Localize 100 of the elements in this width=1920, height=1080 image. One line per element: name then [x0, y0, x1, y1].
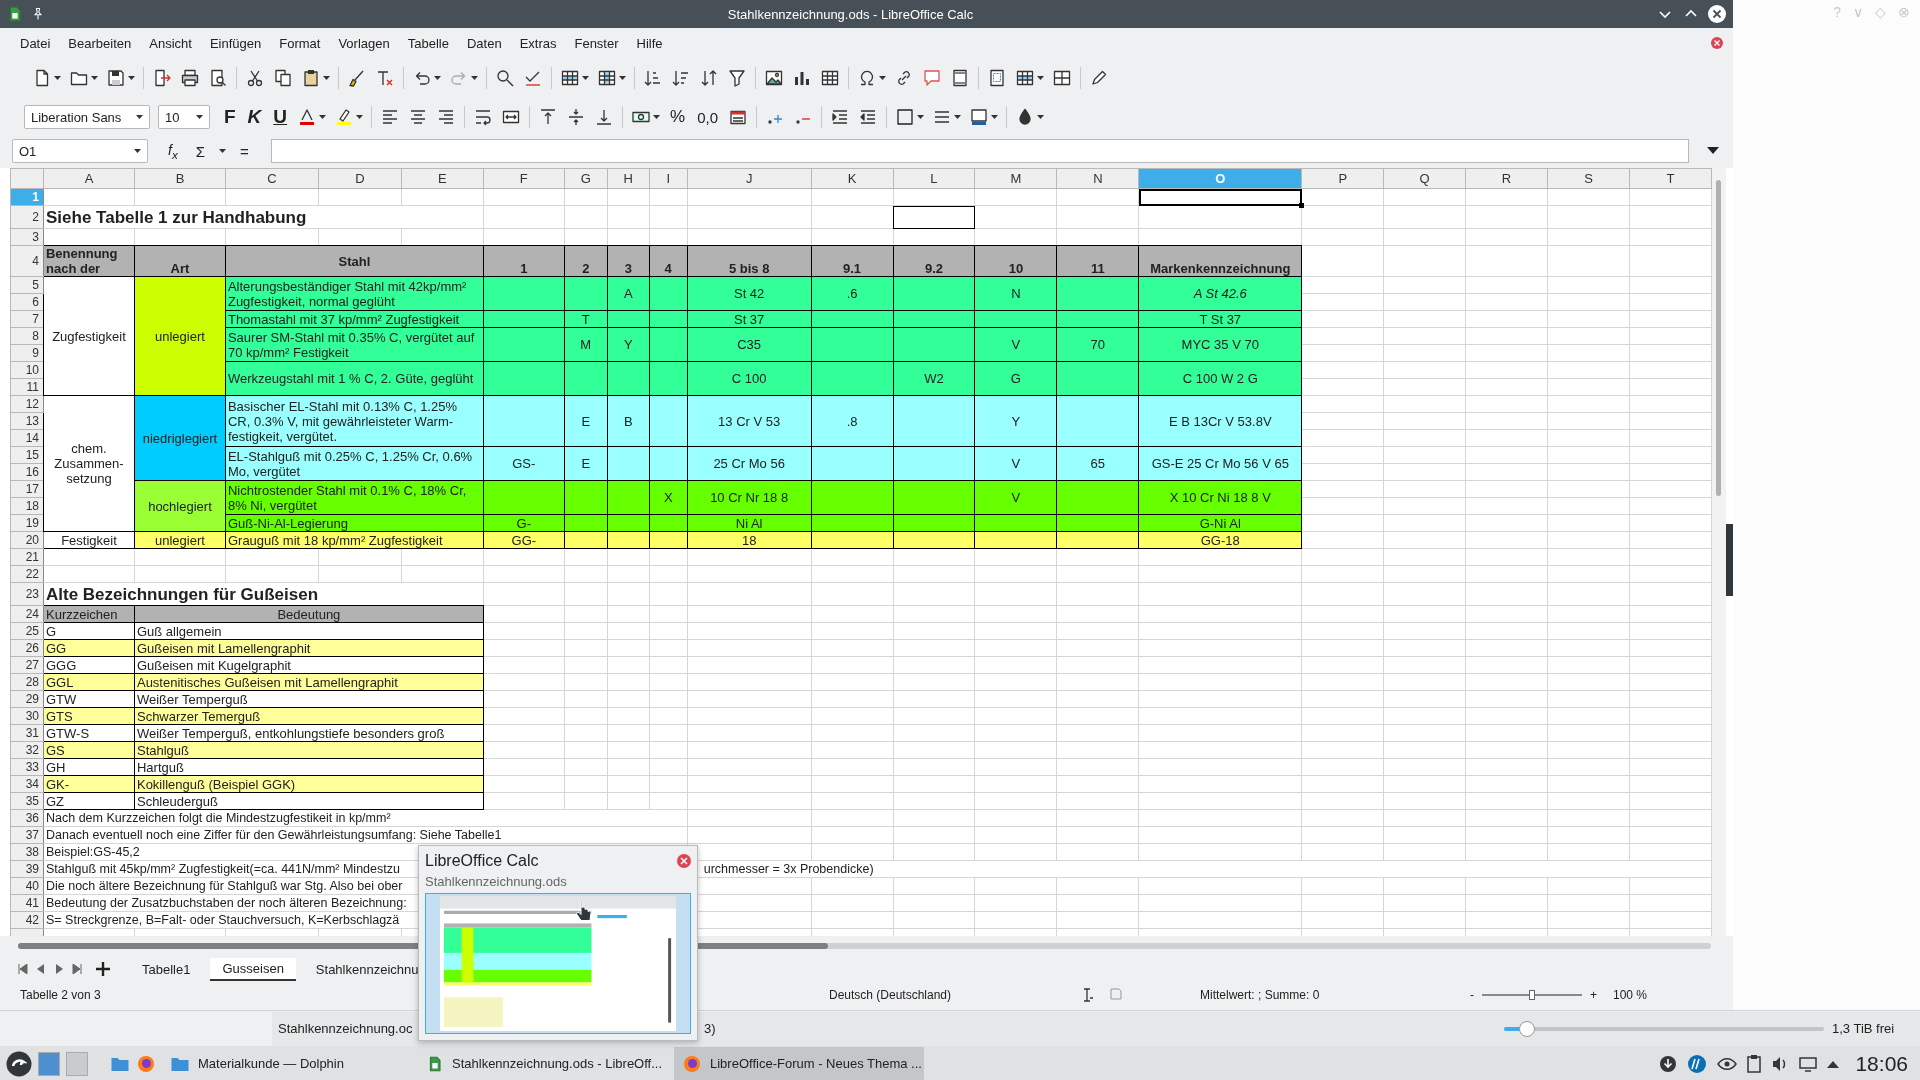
caret-icon[interactable] [54, 76, 61, 80]
clock[interactable]: 18:06 [1855, 1051, 1908, 1076]
column-header[interactable]: E [401, 168, 484, 189]
name-box[interactable]: O1 [12, 139, 148, 163]
caret-icon[interactable] [319, 115, 327, 119]
caret-icon[interactable] [471, 76, 478, 80]
column-header[interactable]: D [318, 168, 402, 189]
caret-icon[interactable] [653, 115, 661, 119]
caret-icon[interactable] [219, 149, 226, 153]
menu-item[interactable]: Hilfe [627, 35, 672, 51]
skip-end-icon[interactable] [72, 964, 82, 974]
function-wizard-button[interactable]: f$_{x}$ [164, 141, 182, 161]
speech-bubble-icon[interactable] [922, 68, 942, 88]
caret-icon[interactable] [879, 76, 886, 80]
slider-thumb[interactable] [1519, 1020, 1536, 1037]
selected-cell[interactable] [1138, 188, 1302, 206]
menu-item[interactable]: Vorlagen [329, 35, 399, 51]
menu-item[interactable]: Einfügen [200, 35, 271, 51]
column-header[interactable]: L [893, 168, 975, 189]
sort-ascending-icon[interactable] [643, 68, 663, 88]
font-size-dropdown[interactable]: 10 [158, 105, 210, 129]
caret-icon[interactable] [954, 115, 962, 119]
print-preview-icon[interactable] [208, 68, 228, 88]
table-columns-icon[interactable] [597, 68, 617, 88]
caret-icon[interactable] [1037, 115, 1045, 119]
row-header[interactable]: 23 [10, 582, 44, 606]
close-icon[interactable] [1707, 4, 1727, 24]
plus-icon[interactable] [96, 962, 110, 976]
menu-item[interactable]: Datei [11, 35, 60, 51]
skip-start-icon[interactable] [18, 964, 28, 974]
expand-icon[interactable] [1707, 147, 1719, 155]
print-area-icon[interactable] [987, 68, 1007, 88]
underline-button[interactable]: U [267, 106, 294, 128]
formula-input[interactable] [270, 139, 1689, 163]
caret-icon[interactable] [917, 115, 925, 119]
font-name-dropdown[interactable]: Liberation Sans [24, 105, 150, 129]
italic-button[interactable]: K [241, 106, 268, 128]
sort-descending-icon[interactable] [671, 68, 691, 88]
scissors-icon[interactable] [245, 68, 265, 88]
menu-item[interactable]: Format [270, 35, 330, 51]
taskbar-item[interactable]: Stahlkennzeichnung.ods - LibreOff... [418, 1047, 668, 1080]
freeze-grid-icon[interactable] [1015, 68, 1035, 88]
column-header[interactable]: H [607, 168, 650, 189]
column-header[interactable]: B [134, 168, 226, 189]
sheet-tab[interactable]: Stahlkennzeichnu [303, 958, 431, 980]
row-header[interactable]: 4 [10, 245, 44, 277]
border-color-icon[interactable] [969, 107, 990, 127]
language-label[interactable]: Deutsch (Deutschland) [760, 988, 1020, 1002]
pivot-table-icon[interactable] [820, 68, 840, 88]
table-rows-icon[interactable] [560, 68, 580, 88]
column-header[interactable]: S [1547, 168, 1630, 189]
sidebar-handle[interactable] [1726, 524, 1733, 596]
sheet-tab[interactable]: Tabelle1 [130, 958, 203, 980]
column-header[interactable]: Q [1383, 168, 1466, 189]
taskbar-item[interactable]: LibreOffice-Forum - Neues Thema ... [674, 1047, 924, 1080]
column-header[interactable]: K [811, 168, 893, 189]
menu-item[interactable]: Daten [457, 35, 511, 51]
page-icon[interactable] [950, 68, 970, 88]
menu-item[interactable]: Tabelle [398, 35, 458, 51]
row-header[interactable]: 2 [10, 205, 44, 229]
menu-item[interactable]: Bearbeiten [59, 35, 141, 51]
menu-item[interactable]: Ansicht [140, 35, 201, 51]
clear-formatting-icon[interactable] [375, 68, 395, 88]
caret-icon[interactable] [619, 76, 626, 80]
column-header[interactable]: J [687, 168, 812, 189]
caret-up-icon[interactable] [1827, 1059, 1840, 1068]
pen-icon[interactable] [1089, 68, 1109, 88]
printer-logo-icon[interactable] [1687, 1053, 1708, 1074]
zoom-slider-thumb[interactable] [1529, 990, 1535, 1000]
sort-icon[interactable] [699, 68, 719, 88]
caret-icon[interactable] [323, 76, 330, 80]
clipboard-icon[interactable] [1747, 1054, 1762, 1073]
column-header[interactable]: R [1465, 168, 1548, 189]
search-icon[interactable] [495, 68, 515, 88]
caret-icon[interactable] [128, 76, 135, 80]
bold-button[interactable]: F [218, 106, 242, 128]
export-icon[interactable] [152, 68, 172, 88]
caret-icon[interactable] [356, 115, 364, 119]
column-header[interactable]: P [1301, 168, 1384, 189]
printer-icon[interactable] [180, 68, 200, 88]
column-header[interactable]: N [1056, 168, 1139, 189]
update-icon[interactable] [1659, 1054, 1678, 1073]
caret-icon[interactable] [1037, 76, 1044, 80]
menu-item[interactable]: Fenster [565, 35, 628, 51]
close-icon[interactable] [677, 854, 691, 868]
caret-icon[interactable] [991, 115, 999, 119]
taskbar-item[interactable]: Materialkunde — Dolphin [162, 1047, 412, 1080]
percent-button[interactable]: % [664, 107, 692, 127]
triangle-left-icon[interactable] [36, 964, 46, 974]
sum-button[interactable]: Σ [189, 142, 211, 160]
funnel-icon[interactable] [727, 68, 747, 88]
triangle-right-icon[interactable] [54, 964, 64, 974]
split-window-icon[interactable] [1052, 68, 1072, 88]
column-header[interactable]: M [974, 168, 1057, 189]
window-thumbnail[interactable] [425, 893, 691, 1034]
caret-icon[interactable] [91, 76, 98, 80]
formula-button[interactable]: = [234, 142, 255, 160]
sheet-tab[interactable]: Gusseisen [210, 957, 296, 981]
border-square-icon[interactable] [895, 107, 916, 127]
zoom-in-button[interactable]: + [1590, 988, 1597, 1002]
